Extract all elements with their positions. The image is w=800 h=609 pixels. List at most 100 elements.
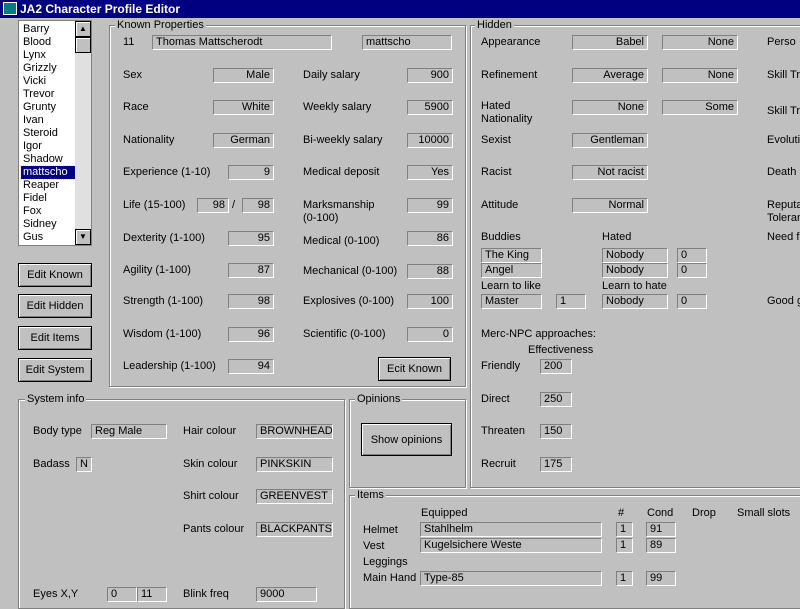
item-name-field[interactable]: Kugelsichere Weste [420,538,602,553]
life-field[interactable]: 98 [197,198,229,213]
scroll-down-icon[interactable]: ▼ [75,229,91,245]
direct-field[interactable]: 250 [540,392,572,407]
buddy-1-field[interactable]: The King [481,248,542,263]
learn-to-like-field[interactable]: Master [481,294,542,309]
learn-to-like-label: Learn to like [481,280,541,292]
friendly-field[interactable]: 200 [540,359,572,374]
medical-field[interactable]: 86 [407,231,453,246]
learn-to-hate-value[interactable]: 0 [677,294,707,309]
hated-nationality-field-2[interactable]: Some [662,100,738,115]
scientific-field[interactable]: 0 [407,327,453,342]
character-list-item[interactable]: Blood [21,36,79,49]
character-list-item[interactable]: Ivan [21,114,79,127]
race-field[interactable]: White [213,100,274,115]
item-count-field[interactable]: 1 [616,522,633,537]
sex-label: Sex [123,69,142,81]
refinement-field[interactable]: Average [572,68,648,83]
character-list-item[interactable]: Lynx [21,49,79,62]
edit-items-button[interactable]: Edit Items [18,326,92,350]
character-list-item[interactable]: mattscho [20,165,80,180]
character-list-item[interactable]: Gus [21,231,79,244]
recruit-field[interactable]: 175 [540,457,572,472]
character-list-item[interactable]: Shadow [21,153,79,166]
character-list-item[interactable]: Fidel [21,192,79,205]
character-list-item[interactable]: Grizzly [21,62,79,75]
character-list-item[interactable]: Vicki [21,75,79,88]
item-count-field[interactable]: 1 [616,571,633,586]
personality-label: Perso [767,36,796,48]
explosives-field[interactable]: 100 [407,294,453,309]
threaten-field[interactable]: 150 [540,424,572,439]
pants-colour-field[interactable]: BLACKPANTS [256,522,333,537]
wisdom-field[interactable]: 96 [228,327,274,342]
character-list-item[interactable]: Igor [21,140,79,153]
drop-header: Drop [692,507,716,519]
skill-trait-1-label: Skill Tr [767,69,800,81]
item-name-field[interactable]: Stahlhelm [420,522,602,537]
edit-system-button[interactable]: Edit System [18,358,92,382]
medical-deposit-field[interactable]: Yes [407,165,453,180]
agility-field[interactable]: 87 [228,263,274,278]
marksmanship-field[interactable]: 99 [407,198,453,213]
friendly-label: Friendly [481,360,521,372]
experience-field[interactable]: 9 [228,165,274,180]
leadership-field[interactable]: 94 [228,359,274,374]
hated-1-value[interactable]: 0 [677,248,707,263]
daily-salary-field[interactable]: 900 [407,68,453,83]
show-opinions-button[interactable]: Show opinions [361,423,452,456]
character-list[interactable]: Barry Blood Lynx Grizzly Vicki Trevor Grunty Iv… [18,20,92,246]
hated-2-field[interactable]: Nobody [602,263,668,278]
buddy-2-field[interactable]: Angel [481,263,542,278]
item-name-field[interactable]: Type-85 [420,571,602,586]
experience-label: Experience (1-10) [123,166,211,178]
scroll-up-icon[interactable]: ▲ [75,21,91,37]
hated-label: Hated [602,231,632,243]
appearance-field-2[interactable]: None [662,35,738,50]
character-list-item[interactable]: Sidney [21,218,79,231]
edit-hidden-button[interactable]: Edit Hidden [18,294,92,318]
learn-to-hate-field[interactable]: Nobody [602,294,668,309]
refinement-field-2[interactable]: None [662,68,738,83]
appearance-field[interactable]: Babel [572,35,648,50]
list-scrollbar[interactable]: ▲ ▼ [75,21,91,245]
hated-1-field[interactable]: Nobody [602,248,668,263]
sexist-field[interactable]: Gentleman [572,133,648,148]
character-list-item[interactable]: Steroid [21,127,79,140]
mechanical-field[interactable]: 88 [407,264,453,279]
refinement-label: Refinement [481,69,538,81]
character-list-item[interactable]: Barry [21,23,79,36]
item-cond-field[interactable]: 99 [646,571,676,586]
scroll-thumb[interactable] [75,37,91,53]
strength-field[interactable]: 98 [228,294,274,309]
medical-deposit-label: Medical deposit [303,166,380,178]
shirt-colour-field[interactable]: GREENVEST [256,489,333,504]
character-list-item[interactable]: Grunty [21,101,79,114]
nationality-field[interactable]: German [213,133,274,148]
edit-known-inner-button[interactable]: Ecit Known [378,357,451,381]
character-list-item[interactable]: Fox [21,205,79,218]
character-list-item[interactable]: Trevor [21,88,79,101]
skin-colour-field[interactable]: PINKSKIN [256,457,333,472]
weekly-salary-field[interactable]: 5900 [407,100,453,115]
full-name-field[interactable]: Thomas Mattscherodt [152,35,332,50]
item-count-field[interactable]: 1 [616,538,633,553]
learn-to-like-value[interactable]: 1 [556,294,586,309]
nickname-field[interactable]: mattscho [362,35,452,50]
badass-field[interactable]: N [76,457,92,472]
item-cond-field[interactable]: 91 [646,522,676,537]
racist-field[interactable]: Not racist [572,165,648,180]
item-cond-field[interactable]: 89 [646,538,676,553]
attitude-field[interactable]: Normal [572,198,648,213]
hair-colour-field[interactable]: BROWNHEAD [256,424,333,439]
edit-known-button[interactable]: Edit Known [18,263,92,287]
sex-field[interactable]: Male [213,68,274,83]
hair-colour-label: Hair colour [183,425,237,437]
daily-salary-label: Daily salary [303,69,360,81]
body-type-field[interactable]: Reg Male [91,424,167,439]
biweekly-salary-field[interactable]: 10000 [407,133,453,148]
hated-2-value[interactable]: 0 [677,263,707,278]
life-max-field[interactable]: 98 [242,198,274,213]
hated-nationality-field[interactable]: None [572,100,648,115]
character-list-item[interactable]: Reaper [21,179,79,192]
dexterity-field[interactable]: 95 [228,231,274,246]
